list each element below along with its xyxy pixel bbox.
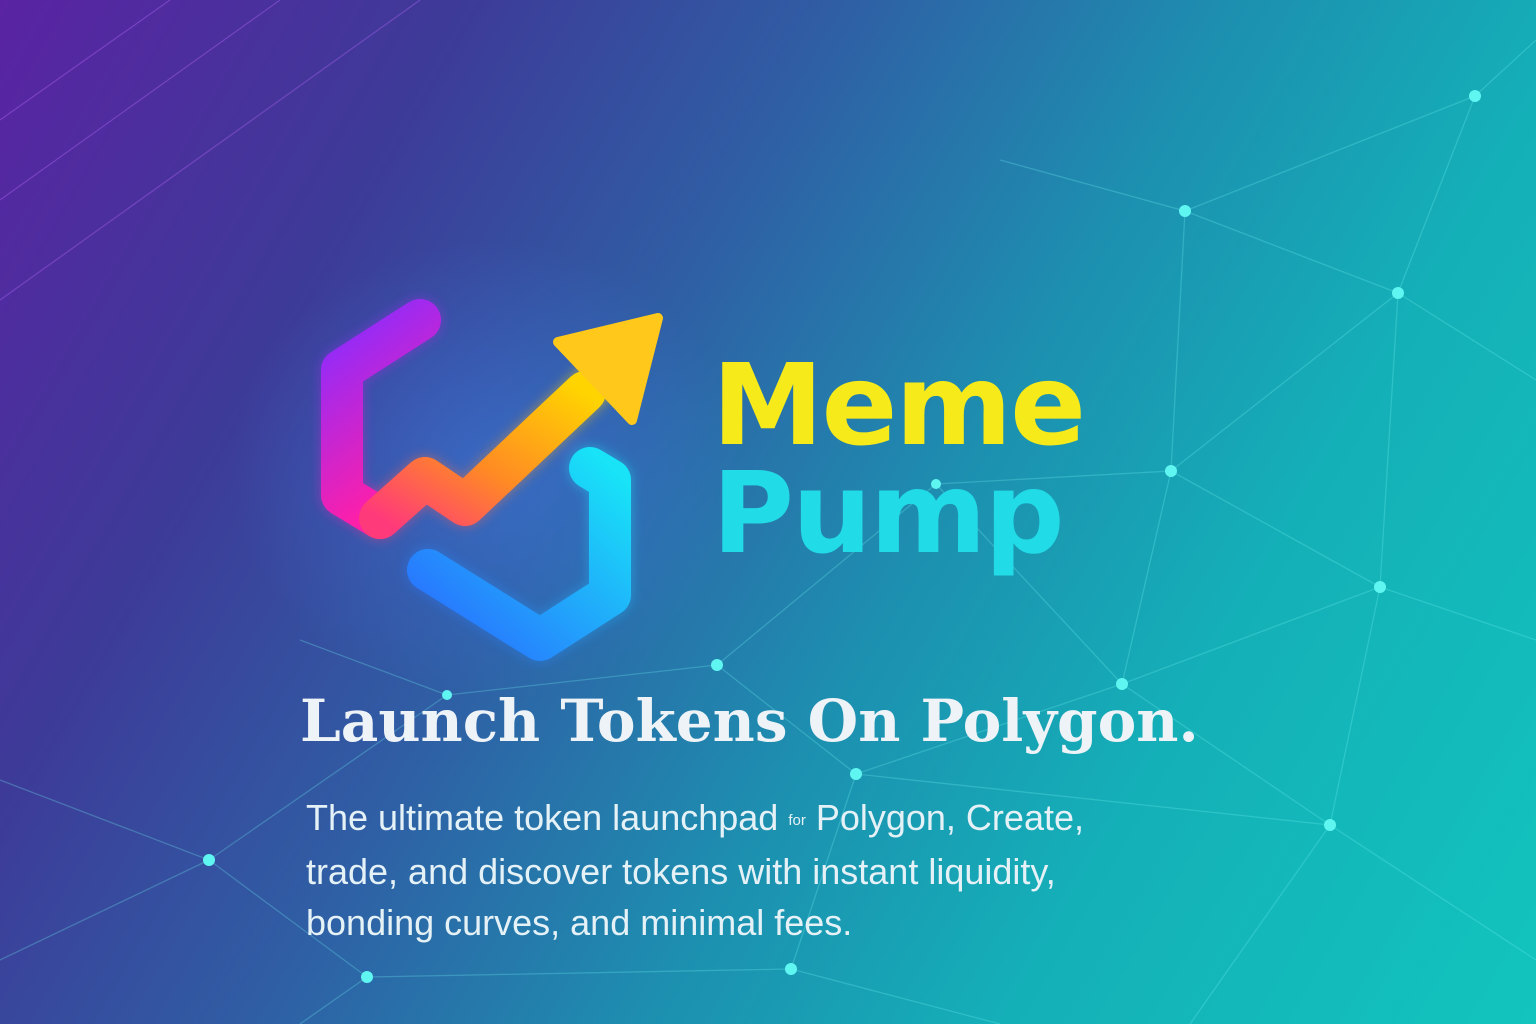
hexagon-chain-rising-arrow-icon: [321, 299, 663, 661]
hero-description: The ultimate token launchpad for Polygon…: [306, 792, 1306, 948]
description-small-word: for: [788, 811, 806, 829]
description-line-1: The ultimate token launchpad for Polygon…: [306, 797, 1084, 838]
brand-word-pump: Pump: [712, 449, 1065, 579]
description-line-3: bonding curves, and minimal fees.: [306, 901, 853, 943]
hero-headline: Launch Tokens On Polygon.: [300, 687, 1199, 755]
brand-wordmark: Meme Pump: [712, 341, 1172, 579]
description-line-2: trade, and discover tokens with instant …: [306, 850, 1056, 892]
brand-word-meme: Meme: [712, 341, 1086, 471]
